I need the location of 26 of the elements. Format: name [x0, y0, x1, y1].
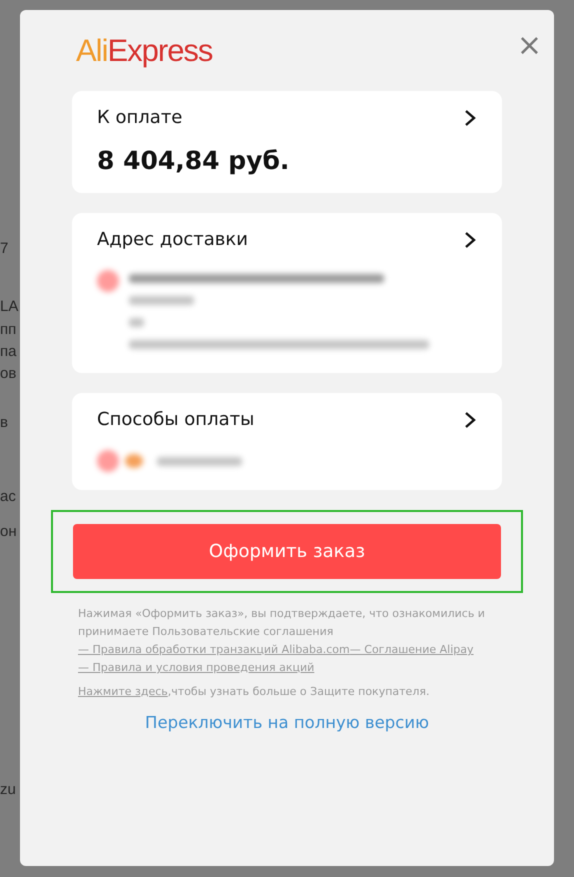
- page-text: zu: [0, 781, 16, 798]
- page-text: в: [0, 414, 8, 431]
- card-title: Способы оплаты: [97, 409, 254, 430]
- page-text: он: [0, 523, 17, 540]
- page-text: па: [0, 343, 16, 360]
- card-title: Адрес доставки: [97, 229, 248, 250]
- page-text: LA: [0, 298, 18, 315]
- protection-notice: Нажмите здесь,чтобы узнать больше о Защите покупателя.: [78, 684, 430, 700]
- full-version-link[interactable]: Переключить на полную версию: [145, 713, 429, 732]
- order-button[interactable]: Оформить заказ: [73, 524, 501, 579]
- legal-notice: Нажимая «Оформить заказ», вы подтверждаете, что ознакомились и принимаете Пользовательские соглашения — Правила обработки транзакций Alibaba.com— Соглашение Alipay — Правила и условия проведения акций: [78, 606, 486, 676]
- close-button[interactable]: ×: [516, 31, 542, 61]
- page-text: ов: [0, 365, 16, 382]
- order-amount: 8 404,84 руб.: [97, 146, 290, 175]
- legal-link[interactable]: — Правила обработки транзакций Alibaba.com: [78, 643, 350, 656]
- protection-link[interactable]: Нажмите здесь: [78, 685, 168, 698]
- page-text: ас: [0, 488, 16, 505]
- chevron-right-icon[interactable]: [464, 410, 476, 428]
- logo: AliExpress: [76, 32, 212, 70]
- page-text: пп: [0, 321, 16, 338]
- chevron-right-icon[interactable]: [464, 230, 476, 248]
- chevron-right-icon[interactable]: [464, 108, 476, 126]
- legal-link[interactable]: — Соглашение Alipay: [350, 643, 474, 656]
- card-title: К оплате: [97, 107, 182, 128]
- legal-link[interactable]: — Правила и условия проведения акций: [78, 661, 314, 674]
- page-text: 7: [0, 240, 8, 257]
